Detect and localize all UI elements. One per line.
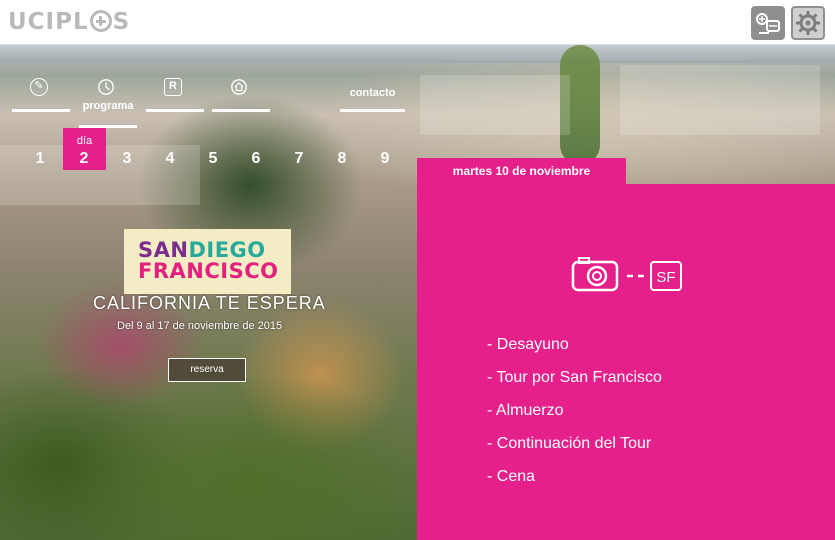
san-diego-francisco-logo: SANDIEGO FRANCISCO bbox=[124, 229, 291, 294]
settings-button[interactable] bbox=[791, 6, 825, 40]
day-4[interactable]: 4 bbox=[160, 150, 180, 168]
nav-item-r[interactable]: R bbox=[146, 78, 204, 112]
day-7[interactable]: 7 bbox=[289, 150, 309, 168]
camera-icon bbox=[571, 257, 619, 292]
list-item: - Continuación del Tour bbox=[487, 435, 652, 452]
sf-badge-text: SF bbox=[656, 269, 675, 286]
logo-plus-icon bbox=[89, 10, 112, 32]
profile-card-icon bbox=[756, 13, 780, 34]
letter-r-icon: R bbox=[164, 78, 182, 96]
day-8[interactable]: 8 bbox=[332, 150, 352, 168]
selected-date-tab: martes 10 de noviembre bbox=[417, 158, 626, 184]
promo-dates: Del 9 al 17 de noviembre de 2015 bbox=[117, 320, 283, 332]
nav-underline bbox=[146, 109, 204, 112]
clock-icon bbox=[98, 79, 114, 95]
home-icon bbox=[231, 79, 247, 95]
nav-item-info[interactable]: ✎ bbox=[12, 78, 70, 112]
houses-highlight bbox=[420, 75, 570, 135]
gear-icon bbox=[796, 11, 820, 35]
day-5[interactable]: 5 bbox=[203, 150, 223, 168]
houses-highlight bbox=[620, 65, 820, 135]
list-item: - Almuerzo bbox=[487, 402, 564, 419]
nav-item-contacto[interactable]: contacto bbox=[340, 78, 405, 112]
day-3[interactable]: 3 bbox=[117, 150, 137, 168]
top-bar: UCIPL S bbox=[0, 0, 835, 45]
nav-underline bbox=[340, 109, 405, 112]
list-item: - Cena bbox=[487, 468, 536, 485]
promo-tagline: CALIFORNIA TE ESPERA bbox=[93, 293, 326, 313]
nav-label-programa: programa bbox=[82, 100, 134, 112]
list-item: - Tour por San Francisco bbox=[487, 369, 662, 386]
nav-item-home[interactable] bbox=[212, 78, 270, 112]
day-2[interactable]: 2 bbox=[74, 150, 94, 168]
reserve-button[interactable]: reserva bbox=[168, 358, 246, 382]
day-1[interactable]: 1 bbox=[30, 150, 50, 168]
nav-underline bbox=[12, 109, 70, 112]
day-6[interactable]: 6 bbox=[246, 150, 266, 168]
nav-item-programa[interactable]: programa bbox=[79, 78, 137, 128]
nav-underline bbox=[212, 109, 270, 112]
day-9[interactable]: 9 bbox=[375, 150, 395, 168]
day-label: día bbox=[76, 135, 93, 147]
schedule-list: - Desayuno - Tour por San Francisco - Al… bbox=[487, 336, 787, 501]
nav-label-contacto: contacto bbox=[349, 87, 396, 99]
profile-button[interactable] bbox=[751, 6, 785, 40]
bay-water bbox=[0, 45, 835, 63]
camera-to-sf-icons: SF bbox=[571, 257, 682, 292]
uciplus-logo[interactable]: UCIPL S bbox=[8, 9, 130, 35]
list-item: - Desayuno bbox=[487, 336, 569, 353]
pencil-icon: ✎ bbox=[30, 78, 48, 96]
schedule-panel: SF - Desayuno - Tour por San Francisco -… bbox=[417, 184, 835, 540]
